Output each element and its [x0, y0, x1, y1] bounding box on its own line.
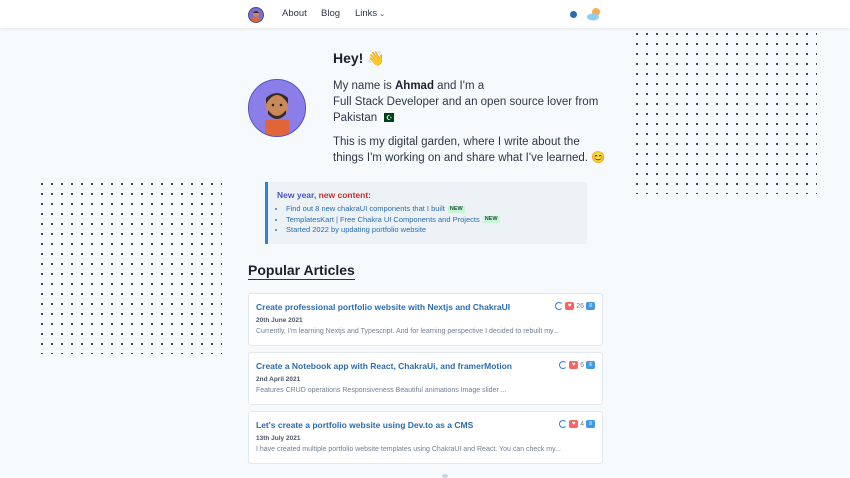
- loading-icon: [559, 361, 568, 369]
- intro-suffix: and I'm a: [433, 80, 485, 92]
- article-date: 2nd April 2021: [256, 376, 301, 383]
- list-item: Find out 8 new chakraUI components that …: [286, 204, 500, 215]
- status-dot: [570, 11, 577, 18]
- callout-link-3[interactable]: Started 2022 by updating portfolio websi…: [286, 225, 426, 234]
- profile-avatar: [248, 79, 306, 137]
- nav-link-blog[interactable]: Blog: [321, 8, 340, 19]
- reaction-count: 6: [580, 361, 584, 369]
- reaction-count: 26: [576, 302, 584, 310]
- new-badge: NEW: [482, 216, 500, 224]
- callout-link-2[interactable]: TemplatesKart | Free Chakra UI Component…: [286, 215, 480, 224]
- intro-country: Pakistan: [333, 112, 378, 124]
- article-card[interactable]: Create professional portfolio website wi…: [248, 293, 603, 346]
- callout-list: Find out 8 new chakraUI components that …: [276, 204, 500, 236]
- theme-toggle-icon[interactable]: [586, 6, 602, 27]
- intro-role: Full Stack Developer and an open source …: [333, 96, 599, 108]
- heart-icon: ♥: [569, 420, 579, 428]
- comment-icon: ≡: [586, 361, 595, 369]
- navbar: About Blog Links ⌄: [0, 0, 850, 28]
- article-excerpt: Currently, I'm learning Nextjs and Types…: [256, 328, 559, 335]
- dot-pattern-left: [37, 179, 222, 354]
- article-title[interactable]: Create professional portfolio website wi…: [256, 302, 510, 312]
- heart-icon: ♥: [569, 361, 579, 369]
- loading-icon: [555, 302, 564, 310]
- article-title[interactable]: Let's create a portfolio website using D…: [256, 420, 473, 430]
- pakistan-flag-icon: [381, 111, 395, 127]
- article-stats: ♥ 26 ≡: [555, 302, 595, 310]
- callout-title-part2: new content:: [318, 190, 372, 200]
- chevron-down-icon: ⌄: [379, 11, 386, 18]
- comment-icon: ≡: [586, 420, 595, 428]
- author-name: Ahmad: [395, 80, 434, 92]
- intro-prefix: My name is: [333, 80, 395, 92]
- intro-text: My name is Ahmad and I'm a Full Stack De…: [333, 78, 603, 127]
- new-badge: NEW: [447, 205, 465, 213]
- greeting-heading: Hey! 👋: [333, 50, 385, 66]
- nav-link-about[interactable]: About: [282, 8, 307, 19]
- nav-link-links-label: Links: [355, 8, 378, 19]
- article-excerpt: Features CRUD operations Responsiveness …: [256, 387, 507, 394]
- scroll-indicator: [442, 474, 448, 478]
- logo-avatar[interactable]: [248, 7, 264, 23]
- callout-link-1[interactable]: Find out 8 new chakraUI components that …: [286, 204, 445, 213]
- article-stats: ♥ 4 ≡: [559, 420, 595, 428]
- list-item: Started 2022 by updating portfolio websi…: [286, 225, 500, 236]
- section-title-popular-articles: Popular Articles: [248, 262, 355, 280]
- heart-icon: ♥: [565, 302, 575, 310]
- garden-text: This is my digital garden, where I write…: [333, 136, 606, 164]
- nav-link-links[interactable]: Links ⌄: [355, 8, 385, 19]
- reaction-count: 4: [580, 420, 584, 428]
- article-title[interactable]: Create a Notebook app with React, Chakra…: [256, 361, 512, 371]
- article-stats: ♥ 6 ≡: [559, 361, 595, 369]
- article-excerpt: I have created multiple portfolio websit…: [256, 446, 561, 453]
- list-item: TemplatesKart | Free Chakra UI Component…: [286, 215, 500, 226]
- article-card[interactable]: Create a Notebook app with React, Chakra…: [248, 352, 603, 405]
- article-card[interactable]: Let's create a portfolio website using D…: [248, 411, 603, 464]
- comment-icon: ≡: [586, 302, 595, 310]
- callout-title: New year, new content:: [277, 190, 371, 200]
- callout-title-part1: New year,: [277, 190, 319, 200]
- loading-icon: [559, 420, 568, 428]
- article-date: 20th June 2021: [256, 317, 303, 324]
- dot-pattern-right: [632, 29, 817, 194]
- article-date: 13th July 2021: [256, 435, 301, 442]
- announcement-callout: New year, new content: Find out 8 new ch…: [265, 182, 587, 244]
